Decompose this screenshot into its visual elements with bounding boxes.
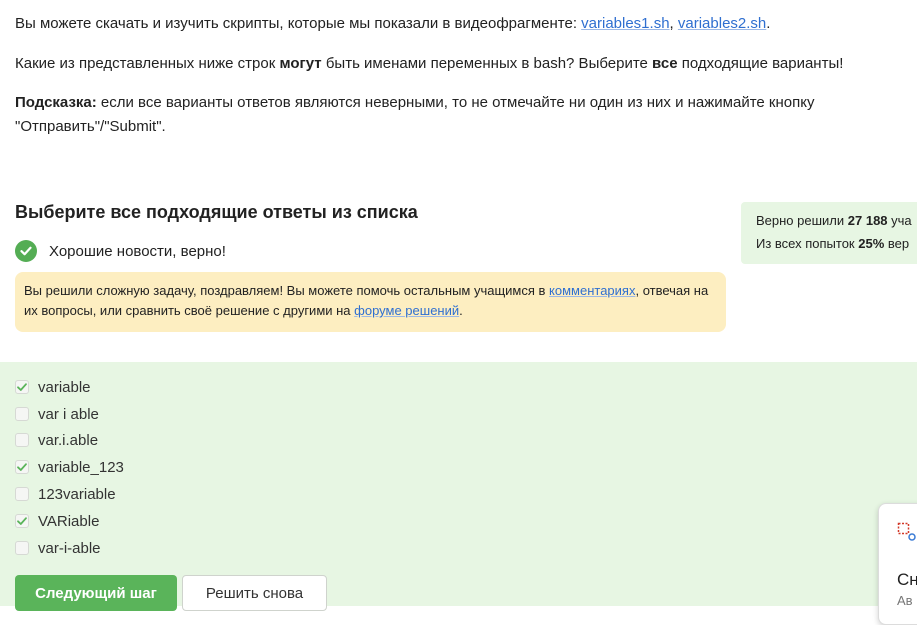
option-label: var-i-able	[38, 539, 101, 557]
stats-panel: Верно решили 27 188 уча Из всех попыток …	[741, 202, 917, 264]
option-item[interactable]: var i able	[15, 404, 99, 424]
checkmark-icon	[17, 463, 27, 471]
option-item[interactable]: 123variable	[15, 484, 116, 504]
option-label: var i able	[38, 405, 99, 423]
option-label: VARiable	[38, 512, 100, 530]
check-circle-icon	[15, 240, 37, 262]
result-row: Хорошие новости, верно!	[15, 240, 226, 262]
option-item[interactable]: variable_123	[15, 457, 124, 477]
options-area	[0, 362, 917, 606]
question-part2: быть именами переменных в bash? Выберите	[321, 55, 653, 72]
option-label: variable_123	[38, 458, 124, 476]
hint-text: Подсказка: если все варианты ответов явл…	[15, 91, 875, 139]
question-bold-all: все	[652, 55, 678, 72]
hint-label: Подсказка:	[15, 94, 97, 111]
variables1-link[interactable]: variables1.sh	[581, 15, 669, 32]
question-part3: подходящие варианты!	[677, 55, 844, 72]
stats-attempts-suffix: вер	[884, 236, 910, 251]
comments-link[interactable]: комментариях	[549, 283, 635, 298]
congrats-end: .	[459, 303, 463, 318]
option-checkbox[interactable]	[15, 487, 29, 501]
hint-body: если все варианты ответов являются невер…	[15, 94, 815, 135]
question-text: Какие из представленных ниже строк могут…	[15, 52, 843, 76]
option-item[interactable]: var.i.able	[15, 430, 98, 450]
quiz-title: Выберите все подходящие ответы из списка	[15, 202, 418, 222]
option-checkbox[interactable]	[15, 460, 29, 474]
option-checkbox[interactable]	[15, 407, 29, 421]
option-label: variable	[38, 378, 91, 396]
stats-solved-suffix: уча	[887, 213, 912, 228]
stats-attempts-percent: 25%	[858, 236, 885, 251]
variables2-link[interactable]: variables2.sh	[678, 15, 766, 32]
intro-text: Вы можете скачать и изучить скрипты, кот…	[15, 12, 770, 36]
option-item[interactable]: variable	[15, 377, 91, 397]
option-label: var.i.able	[38, 431, 99, 449]
stats-solved: Верно решили 27 188 уча	[756, 213, 912, 228]
result-message: Хорошие новости, верно!	[49, 242, 226, 260]
snipping-tool-icon	[897, 522, 917, 547]
notification-popup[interactable]: Сн Ав	[878, 503, 917, 625]
stats-attempts-prefix: Из всех попыток	[756, 236, 859, 251]
checkmark-icon	[17, 383, 27, 391]
stats-solved-count: 27 188	[847, 213, 888, 228]
stats-solved-prefix: Верно решили	[756, 213, 848, 228]
solutions-forum-link[interactable]: форуме решений	[354, 303, 459, 318]
congrats-part1: Вы решили сложную задачу, поздравляем! В…	[24, 283, 550, 298]
intro-separator: ,	[669, 15, 678, 32]
option-label: 123variable	[38, 485, 116, 503]
question-part1: Какие из представленных ниже строк	[15, 55, 280, 72]
intro-end: .	[766, 15, 771, 32]
option-checkbox[interactable]	[15, 514, 29, 528]
option-item[interactable]: var-i-able	[15, 538, 101, 558]
option-checkbox[interactable]	[15, 541, 29, 555]
stats-attempts: Из всех попыток 25% вер	[756, 236, 909, 251]
option-checkbox[interactable]	[15, 380, 29, 394]
intro-text-main: Вы можете скачать и изучить скрипты, кот…	[15, 15, 582, 32]
checkmark-icon	[17, 517, 27, 525]
popup-title: Сн	[897, 570, 917, 589]
option-checkbox[interactable]	[15, 433, 29, 447]
option-item[interactable]: VARiable	[15, 511, 99, 531]
question-bold-can: могут	[279, 55, 322, 72]
congrats-notice: Вы решили сложную задачу, поздравляем! В…	[15, 272, 726, 332]
